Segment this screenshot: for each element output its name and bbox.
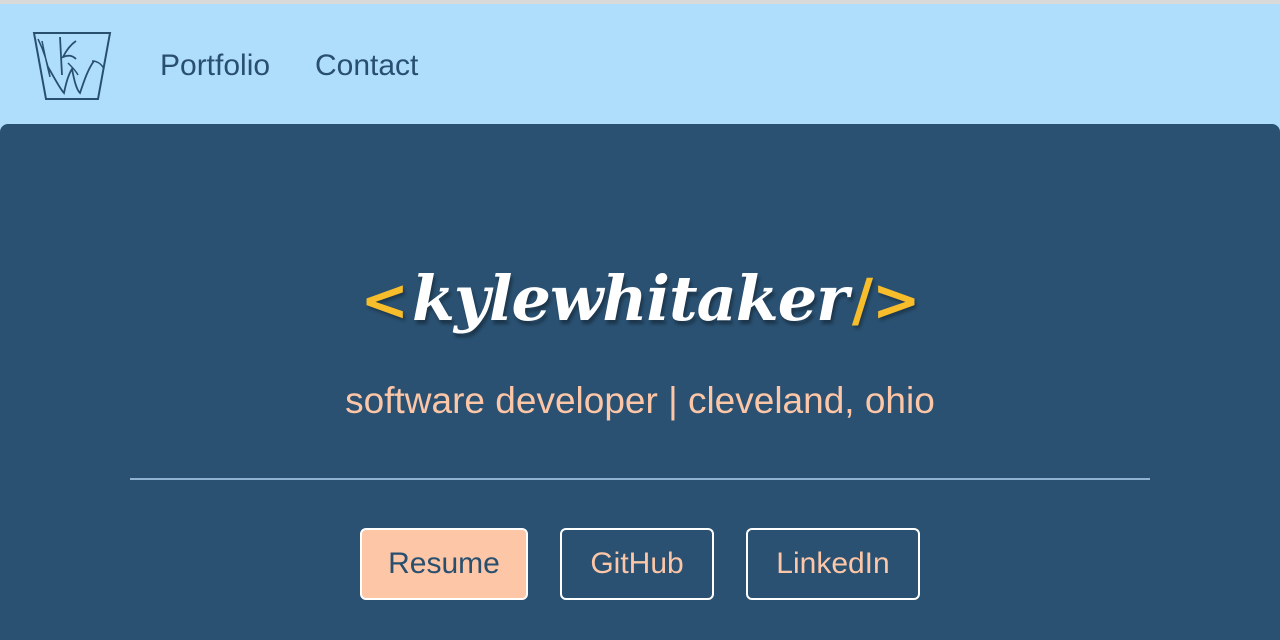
name-text: kylewhitaker xyxy=(411,262,849,335)
nav-portfolio-link[interactable]: Portfolio xyxy=(160,48,270,84)
linkedin-button[interactable]: LinkedIn xyxy=(746,528,920,600)
title-text: <kylewhitaker/> xyxy=(356,254,923,345)
divider xyxy=(130,478,1150,480)
kw-monogram-logo-icon[interactable] xyxy=(32,31,112,103)
subtitle: software developer | cleveland, ohio xyxy=(345,380,935,421)
nav-contact-link[interactable]: Contact xyxy=(315,48,418,84)
resume-button[interactable]: Resume xyxy=(360,528,528,600)
site-title: <kylewhitaker/> xyxy=(0,254,1280,344)
github-button[interactable]: GitHub xyxy=(560,528,714,600)
bracket-open: < xyxy=(360,266,409,334)
hero-section: <kylewhitaker/> software developer | cle… xyxy=(0,124,1280,640)
bracket-close: /> xyxy=(851,266,921,334)
navbar: Portfolio Contact xyxy=(0,4,1280,124)
